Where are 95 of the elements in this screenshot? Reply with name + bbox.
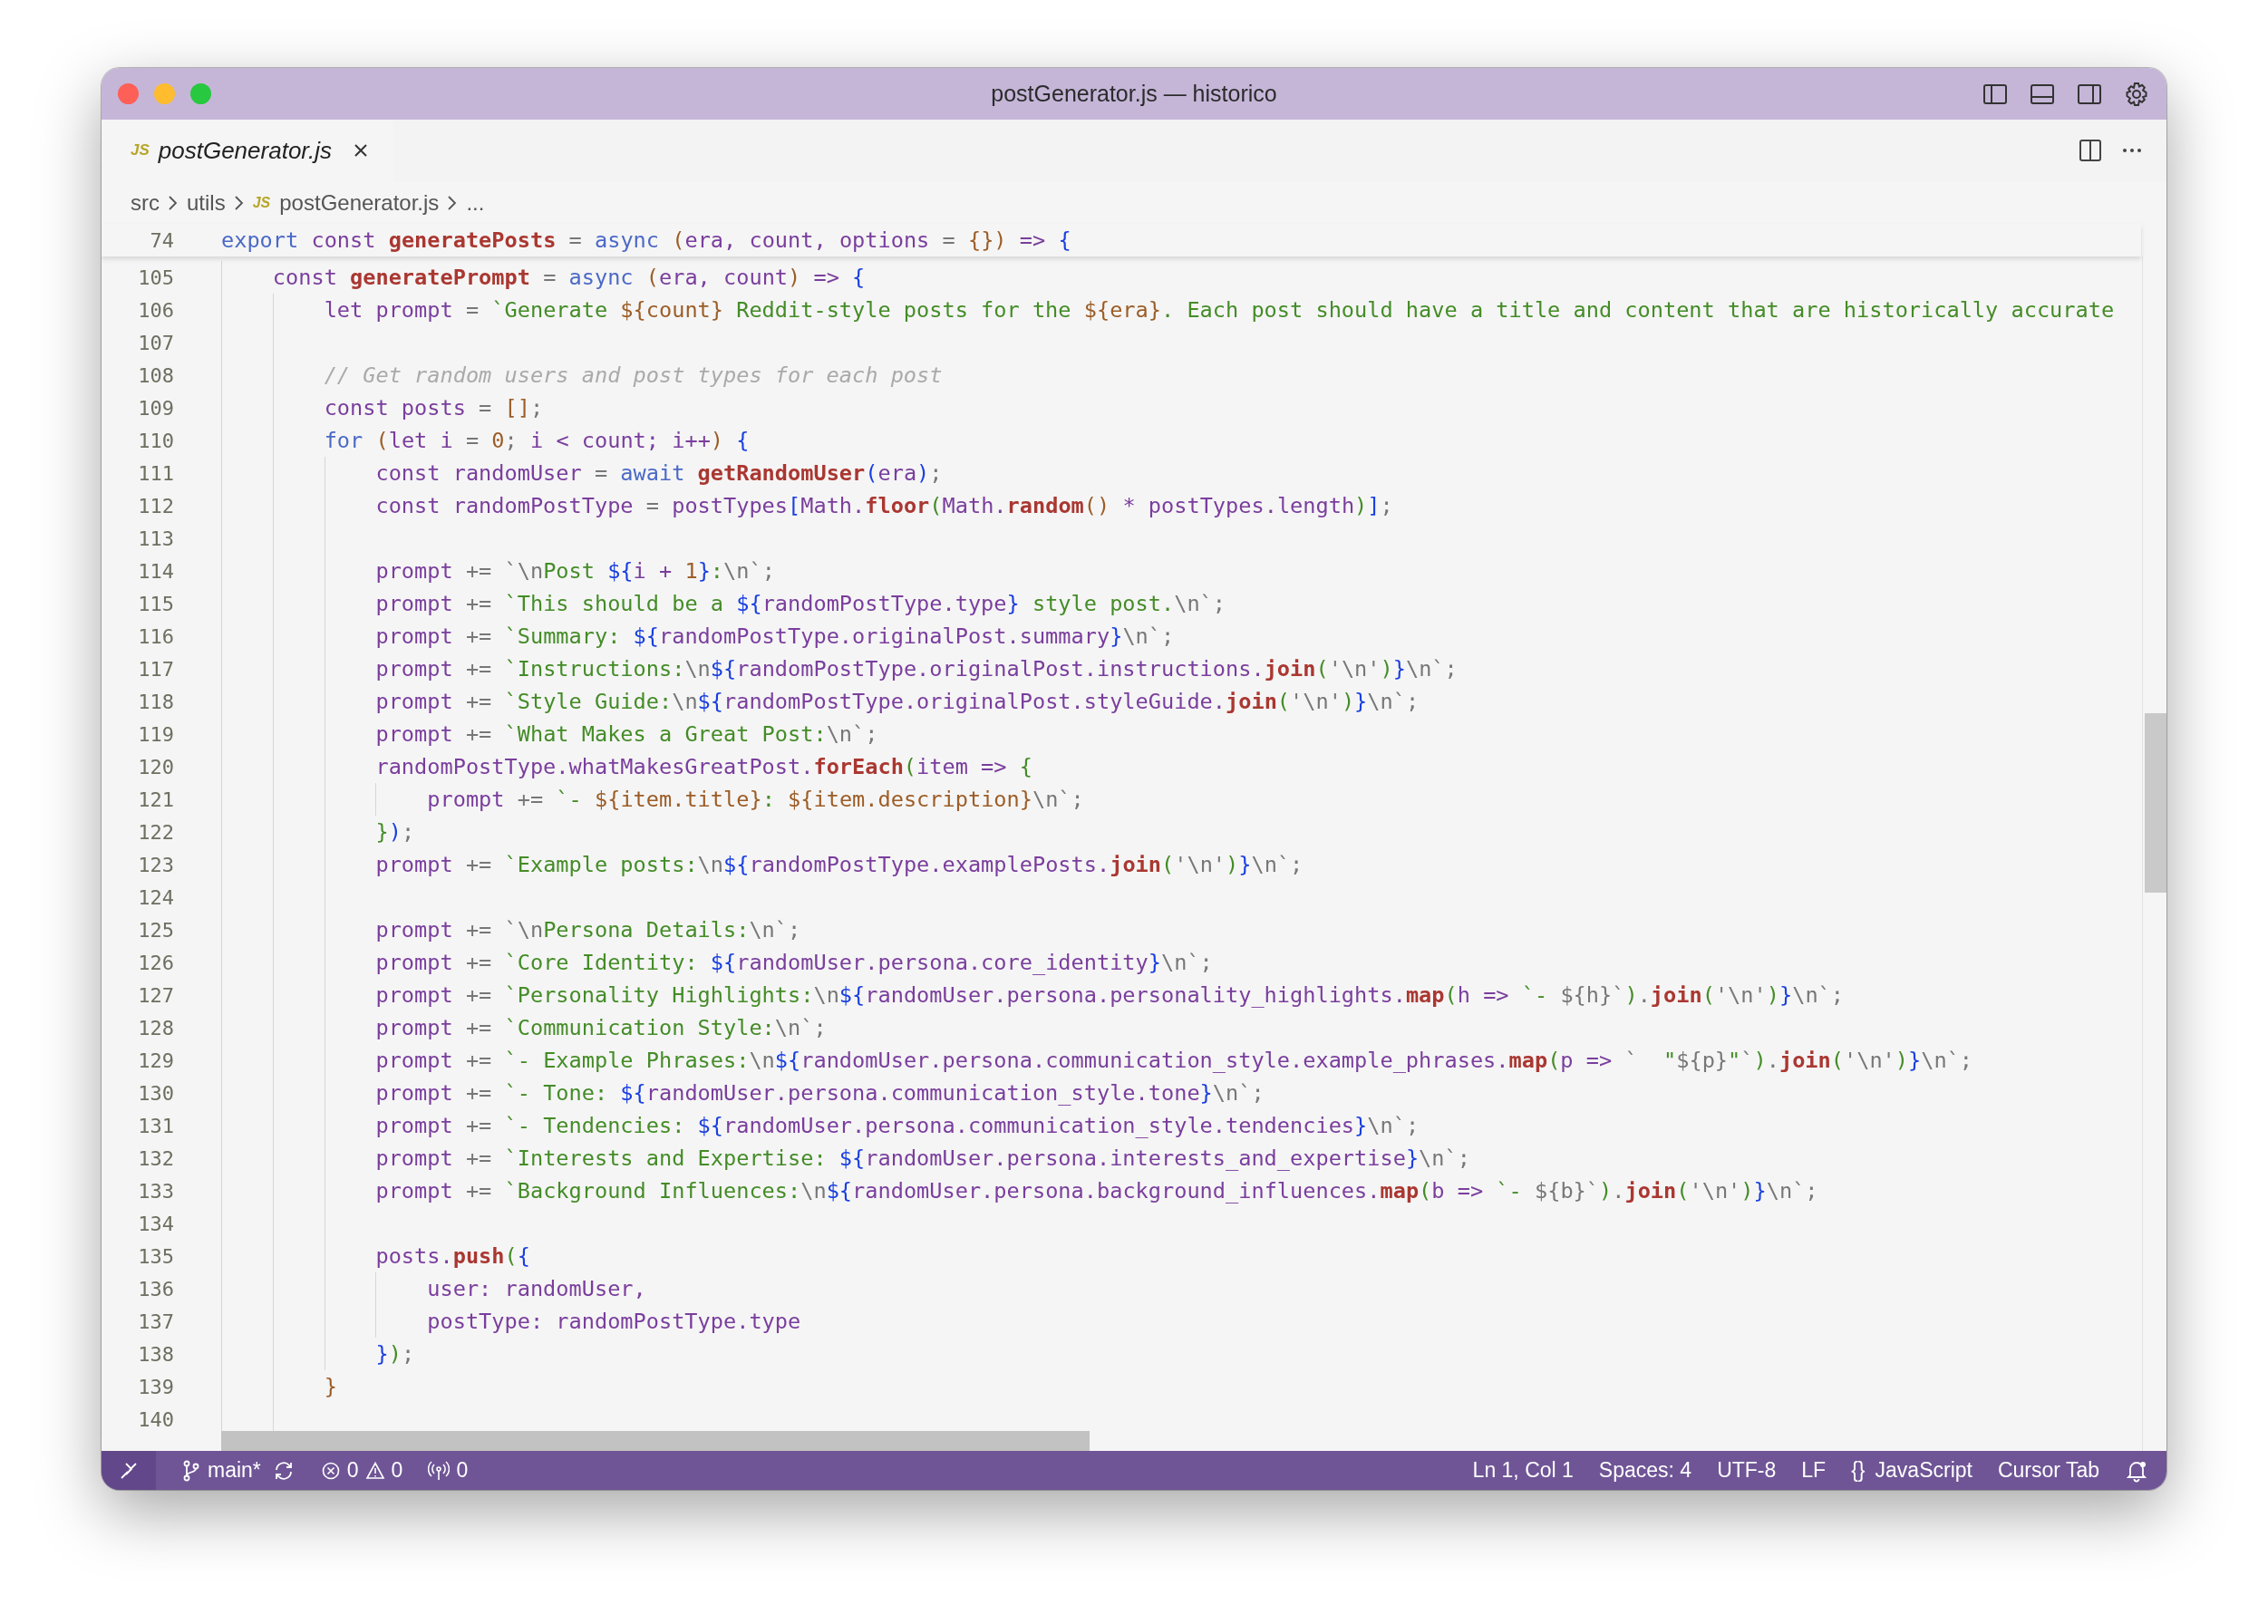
code-line: prompt += `Instructions:\n${randomPostType.originalPost.instructions.join('\n')}\n`; (374, 655, 1459, 683)
line-number: 111 (137, 461, 174, 485)
code-line: for (let i = 0; i < count; i++) { (323, 427, 751, 455)
code-line: prompt += `\nPersona Details:\n`; (374, 916, 802, 944)
problems-button[interactable]: 0 0 (320, 1458, 403, 1483)
line-number: 112 (137, 494, 174, 517)
code-line: // Get random users and post types for each post (323, 362, 944, 390)
line-number: 113 (137, 527, 174, 550)
code-line: prompt += `This should be a ${randomPostType.type} style post.\n`; (374, 590, 1227, 618)
line-number: 140 (137, 1407, 174, 1431)
code-line: } (323, 1373, 338, 1401)
code-line: const posts = []; (323, 394, 545, 422)
scrollbar-thumb[interactable] (2145, 713, 2166, 893)
line-number: 118 (137, 690, 174, 713)
code-line: prompt += `Core Identity: ${randomUser.persona.core_identity}\n`; (374, 949, 1214, 977)
line-number: 126 (137, 951, 174, 974)
code-line: prompt += `\nPost ${i + 1}:\n`; (374, 557, 776, 585)
code-line: }); (374, 1340, 416, 1368)
horizontal-scrollbar[interactable] (221, 1431, 1090, 1451)
line-number: 134 (137, 1212, 174, 1235)
code-line: prompt += `What Makes a Great Post:\n`; (374, 720, 879, 749)
error-icon (320, 1460, 341, 1481)
breadcrumb-item[interactable]: src (131, 189, 160, 216)
line-number: 123 (137, 853, 174, 876)
indentation-setting[interactable]: Spaces: 4 (1598, 1458, 1692, 1483)
code-line: const randomUser = await getRandomUser(era); (374, 459, 944, 488)
branch-icon (181, 1459, 201, 1482)
line-number: 125 (137, 918, 174, 942)
line-number: 106 (137, 298, 174, 322)
line-number: 115 (137, 592, 174, 615)
code-line: randomPostType.whatMakesGreatPost.forEach(item => { (374, 753, 1033, 781)
code-line: prompt += `- Tendencies: ${randomUser.persona.communication_style.tendencies}\n`; (374, 1112, 1420, 1140)
line-number: 114 (137, 559, 174, 583)
breadcrumb-item[interactable]: ... (466, 189, 485, 216)
code-line: prompt += `Style Guide:\n${randomPostType.originalPost.styleGuide.join('\n')}\n`; (374, 688, 1420, 716)
code-line: prompt += `Communication Style:\n`; (374, 1014, 828, 1042)
javascript-file-icon: JS (252, 194, 271, 211)
line-number: 131 (137, 1114, 174, 1137)
line-number: 117 (137, 657, 174, 681)
line-number: 124 (137, 885, 174, 909)
code-line: prompt += `Summary: ${randomPostType.originalPost.summary}\n`; (374, 623, 1176, 651)
code-line: prompt += `Interests and Expertise: ${randomUser.persona.interests_and_expertise}\n`; (374, 1145, 1471, 1173)
line-number: 139 (137, 1375, 174, 1398)
code-line: prompt += `Personality Highlights:\n${randomUser.persona.personality_highlights.map(h => `- ${h}`).join('\n')}\n`; (374, 981, 1845, 1010)
line-number: 133 (137, 1179, 174, 1203)
line-number: 116 (137, 624, 174, 648)
code-line: user: randomUser, (426, 1275, 647, 1303)
line-number: 137 (137, 1310, 174, 1333)
code-line: export const generatePosts = async (era, count, options = {}) => { (221, 227, 1071, 255)
line-number: 107 (137, 331, 174, 354)
vertical-scrollbar[interactable] (2142, 256, 2166, 1451)
code-line: posts.push({ (374, 1242, 531, 1271)
remote-button[interactable] (102, 1451, 156, 1490)
code-line: }); (374, 818, 416, 846)
line-number: 120 (137, 755, 174, 778)
breadcrumb-item[interactable]: utils (187, 189, 226, 216)
cursor-tab-button[interactable]: Cursor Tab (1997, 1458, 2099, 1483)
braces-icon: {} (1851, 1458, 1866, 1483)
warning-icon (364, 1460, 385, 1481)
breadcrumb-item[interactable]: postGenerator.js (279, 189, 440, 216)
code-line: prompt += `- Tone: ${randomUser.persona.communication_style.tone}\n`; (374, 1079, 1265, 1107)
code-line: prompt += `- Example Phrases:\n${randomUser.persona.communication_style.example_phrases.map(p => ` "${p}"`).join('\n')}\n`; (374, 1047, 1974, 1075)
line-number: 122 (137, 820, 174, 844)
line-number: 109 (137, 396, 174, 420)
code-line: prompt += `- ${item.title}: ${item.description}\n`; (426, 786, 1085, 814)
line-number: 108 (137, 363, 174, 387)
line-number: 105 (137, 266, 174, 289)
code-line: postType: randomPostType.type (426, 1308, 802, 1336)
branch-button[interactable]: main* (181, 1458, 261, 1483)
line-number: 74 (149, 228, 174, 252)
code-line: let prompt = `Generate ${count} Reddit-style posts for the ${era}. Each post should have a title and content that are historically accurate (323, 296, 2116, 324)
broadcast-icon (428, 1459, 451, 1482)
line-number: 121 (137, 788, 174, 811)
ports-button[interactable]: 0 (428, 1458, 469, 1483)
code-line: const randomPostType = postTypes[Math.floor(Math.random() * postTypes.length)]; (374, 492, 1394, 520)
cursor-position[interactable]: Ln 1, Col 1 (1472, 1458, 1574, 1483)
code-line: prompt += `Example posts:\n${randomPostType.examplePosts.join('\n')}\n`; (374, 851, 1304, 879)
line-number: 128 (137, 1016, 174, 1039)
line-ending-setting[interactable]: LF (1801, 1458, 1827, 1483)
line-number: 138 (137, 1342, 174, 1366)
line-number: 130 (137, 1081, 174, 1105)
line-number: 110 (137, 429, 174, 452)
line-number: 135 (137, 1244, 174, 1268)
code-line: const generatePrompt = async (era, count) => { (271, 264, 867, 292)
line-number: 132 (137, 1146, 174, 1170)
javascript-file-icon: JS (131, 141, 150, 160)
split-editor-icon[interactable] (2078, 138, 2103, 163)
window-title: postGenerator.js — historico (991, 81, 1277, 107)
language-mode-button[interactable]: {} JavaScript (1851, 1458, 1972, 1483)
line-number: 119 (137, 722, 174, 746)
code-line: prompt += `Background Influences:\n${randomUser.persona.background_influences.map(b => `- ${b}`).join('\n')}\n`; (374, 1177, 1819, 1205)
line-number: 136 (137, 1277, 174, 1300)
line-number: 127 (137, 983, 174, 1007)
encoding-setting[interactable]: UTF-8 (1717, 1458, 1777, 1483)
line-number: 129 (137, 1049, 174, 1072)
